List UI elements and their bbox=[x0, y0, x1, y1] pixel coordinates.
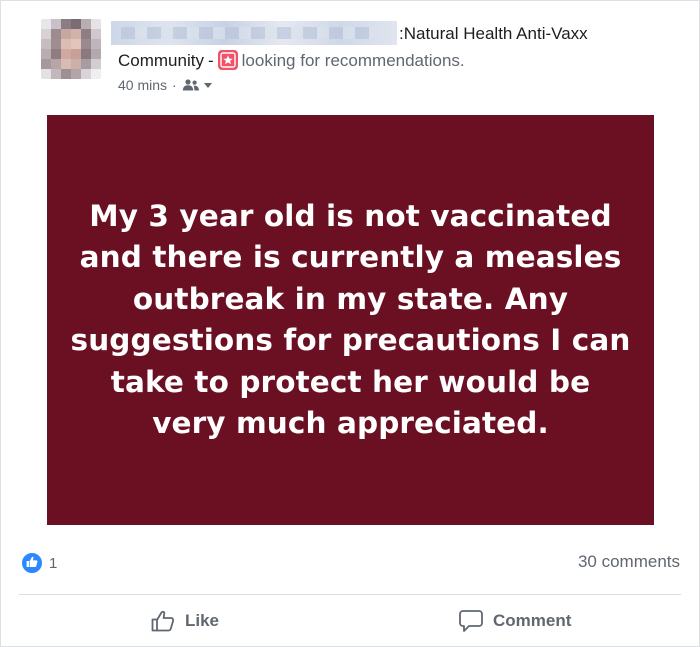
action-divider bbox=[19, 594, 681, 595]
thumbs-up-icon bbox=[151, 610, 175, 632]
recommendation-badge-icon bbox=[217, 50, 238, 70]
separator: - bbox=[207, 51, 214, 70]
comment-label: Comment bbox=[493, 611, 572, 630]
post-subheader: Community - looking for recommendations. bbox=[118, 50, 465, 71]
post-image[interactable]: My 3 year old is not vaccinated and ther… bbox=[47, 115, 654, 525]
feed-post: :Natural Health Anti-Vaxx Community - lo… bbox=[0, 0, 700, 647]
reaction-summary[interactable]: 1 bbox=[21, 552, 57, 574]
avatar[interactable] bbox=[41, 19, 101, 79]
like-button[interactable]: Like bbox=[151, 607, 219, 635]
meta-dot: · bbox=[172, 77, 177, 93]
group-icon bbox=[182, 79, 199, 91]
group-name-continued[interactable]: Community bbox=[118, 51, 204, 71]
activity-text: looking for recommendations. bbox=[241, 51, 465, 70]
chevron-down-icon bbox=[203, 83, 212, 88]
like-count: 1 bbox=[49, 554, 58, 572]
timestamp[interactable]: 40 mins bbox=[118, 77, 167, 93]
comment-button[interactable]: Comment bbox=[459, 607, 571, 635]
author-name-redacted[interactable] bbox=[111, 21, 397, 45]
post-meta: 40 mins · bbox=[118, 77, 213, 93]
comment-bubble-icon bbox=[459, 609, 483, 633]
like-label: Like bbox=[185, 611, 220, 630]
audience-selector[interactable] bbox=[182, 79, 213, 91]
comments-count-link[interactable]: 30 comments bbox=[578, 552, 680, 572]
image-text: My 3 year old is not vaccinated and ther… bbox=[70, 198, 631, 441]
group-name[interactable]: :Natural Health Anti-Vaxx bbox=[399, 24, 588, 44]
like-reaction-icon bbox=[21, 552, 43, 574]
